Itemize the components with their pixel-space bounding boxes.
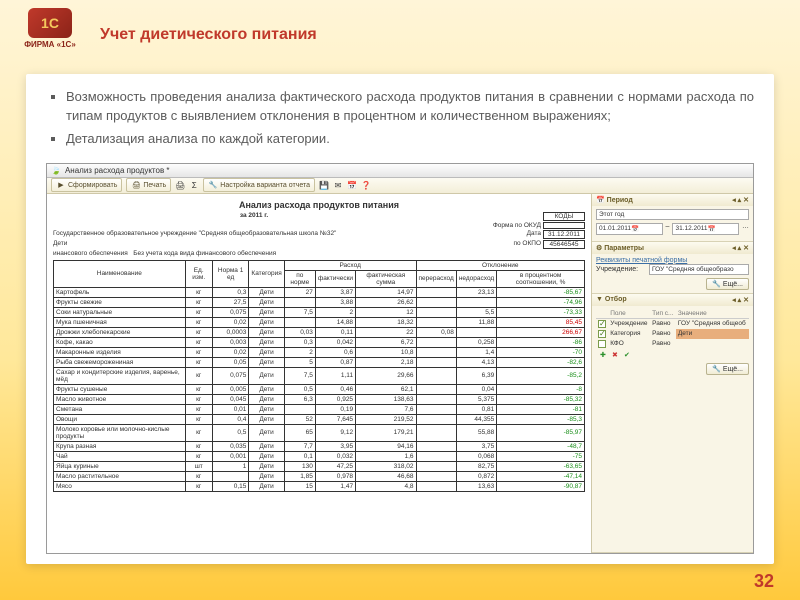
report-title: Анализ расхода продуктов питания	[53, 200, 585, 210]
institution-line: Государственное образовательное учрежден…	[53, 230, 455, 239]
report-period: за 2011 г.	[53, 212, 455, 221]
gear-icon: ⚙	[596, 245, 602, 252]
table-row[interactable]: Мясокг0,15Дети151,474,813,63-90,87	[54, 481, 585, 491]
table-row[interactable]: Дрожжи хлебопекарскиекг0,0003Дети0,030,1…	[54, 327, 585, 337]
slide-header: ФИРМА «1С» Учет диетического питания	[0, 0, 800, 70]
remove-icon[interactable]: ✖	[612, 351, 622, 361]
more-button[interactable]: 🔧 Ещё...	[706, 278, 749, 290]
table-row[interactable]: Соки натуральныекг0,075Дети7,52125,5-73,…	[54, 307, 585, 317]
add-icon[interactable]: ✚	[600, 351, 610, 361]
table-row[interactable]: Сметанакг0,01Дети0,197,60,81-81	[54, 404, 585, 414]
logo-icon	[28, 8, 72, 38]
calendar-icon: 📅	[596, 197, 605, 204]
date-to[interactable]: 31.12.2011 📅	[672, 223, 739, 235]
calendar-icon[interactable]: 📅	[347, 180, 357, 190]
page-title: Учет диетического питания	[100, 26, 317, 44]
table-row[interactable]: Картофелькг0,3Дети273,8714,9723,13-85,67	[54, 287, 585, 297]
app-window: 🍃 Анализ расхода продуктов * ▶Сформирова…	[46, 163, 754, 554]
table-row[interactable]: Чайкг0,001Дети0,10,0321,60,068-75	[54, 451, 585, 461]
table-row[interactable]: Кофе, какаокг0,003Дети0,30,0426,720,258-…	[54, 337, 585, 347]
side-panel: 📅 Период ◂ ▴ ✕ Этот год 01.01.2011 📅 – 3…	[591, 194, 753, 553]
report-area[interactable]: Анализ расхода продуктов питания за 2011…	[47, 194, 591, 553]
variant-button[interactable]: 🔧Настройка варианта отчета	[203, 178, 315, 192]
funnel-icon: ▼	[596, 296, 603, 303]
table-row[interactable]: Рыба свежемороженинаякг0,05Дети50,872,18…	[54, 357, 585, 367]
table-row[interactable]: Макаронные изделиякг0,02Дети20,610,81,4-…	[54, 347, 585, 357]
table-row[interactable]: Сахар и кондитерские изделия, варенье, м…	[54, 367, 585, 384]
mail-icon[interactable]: ✉	[333, 180, 343, 190]
table-row[interactable]: Овощикг0,4Дети527,645219,5244,355-85,3	[54, 414, 585, 424]
filter-row[interactable]: КатегорияРавноДети	[596, 329, 749, 339]
table-row[interactable]: Молоко коровье или молочно-кислые продук…	[54, 424, 585, 441]
printer-icon: 🖨	[131, 180, 141, 190]
table-row[interactable]: Яйца куриныешт1Дети13047,25318,0282,75-6…	[54, 461, 585, 471]
requisites-link[interactable]: Реквизиты печатной формы	[596, 257, 749, 264]
period-select[interactable]: Этот год	[596, 209, 749, 220]
wrench-icon: 🔧	[208, 180, 218, 190]
table-row[interactable]: Масло растительноекгДети1,850,97846,680,…	[54, 471, 585, 481]
toolbar: ▶Сформировать 🖨Печать 🖨 Σ 🔧Настройка вар…	[47, 178, 753, 194]
filter-header: ▼ Отбор ◂ ▴ ✕	[592, 294, 753, 306]
filter-row[interactable]: УчреждениеРавноГОУ "Средняя общеоб	[596, 318, 749, 329]
help-icon[interactable]: ❓	[361, 180, 371, 190]
params-header: ⚙ Параметры ◂ ▴ ✕	[592, 242, 753, 254]
save-icon[interactable]: 💾	[319, 180, 329, 190]
printer-quick-icon[interactable]: 🖨	[175, 180, 185, 190]
bullet-1: Возможность проведения анализа фактическ…	[66, 88, 754, 126]
feature-bullets: Возможность проведения анализа фактическ…	[46, 88, 754, 153]
table-row[interactable]: Фрукты свежиекг27,5Дети3,8826,62-74,96	[54, 297, 585, 307]
sum-icon[interactable]: Σ	[189, 180, 199, 190]
kody-box: КОДЫ	[543, 212, 585, 221]
print-button[interactable]: 🖨Печать	[126, 178, 171, 192]
date-from[interactable]: 01.01.2011 📅	[596, 223, 663, 235]
filter-table: Поле Тип с... Значение УчреждениеРавноГО…	[596, 309, 749, 349]
bullet-2: Детализация анализа по каждой категории.	[66, 130, 754, 149]
table-row[interactable]: Фрукты сушеныекг0,005Дети0,50,4662,10,04…	[54, 384, 585, 394]
more-filter-button[interactable]: 🔧 Ещё...	[706, 363, 749, 375]
logo-text: ФИРМА «1С»	[16, 40, 84, 49]
panel-controls[interactable]: ◂ ▴ ✕	[732, 196, 749, 204]
content-card: Возможность проведения анализа фактическ…	[26, 74, 774, 564]
table-row[interactable]: Мука пшеничнаякг0,02Дети14,8818,3211,888…	[54, 317, 585, 327]
window-title: Анализ расхода продуктов *	[65, 166, 170, 175]
period-header: 📅 Период ◂ ▴ ✕	[592, 194, 753, 206]
slide-number: 32	[754, 571, 774, 592]
window-titlebar: 🍃 Анализ расхода продуктов *	[47, 164, 753, 178]
generate-button[interactable]: ▶Сформировать	[51, 178, 122, 192]
ellipsis-button[interactable]: …	[742, 223, 749, 235]
data-table: Наименование Ед. изм. Норма 1 ед Категор…	[53, 260, 585, 492]
logo: ФИРМА «1С»	[16, 8, 84, 62]
leaf-icon: 🍃	[51, 166, 61, 175]
check-icon[interactable]: ✔	[624, 351, 634, 361]
play-icon: ▶	[56, 180, 66, 190]
table-row[interactable]: Масло животноекг0,045Дети6,30,925138,635…	[54, 394, 585, 404]
institution-select[interactable]: ГОУ "Средняя общеобразо	[649, 264, 749, 275]
filter-row[interactable]: КФОРавно	[596, 339, 749, 349]
table-row[interactable]: Крупа разнаякг0,035Дети7,73,9594,163,75-…	[54, 441, 585, 451]
